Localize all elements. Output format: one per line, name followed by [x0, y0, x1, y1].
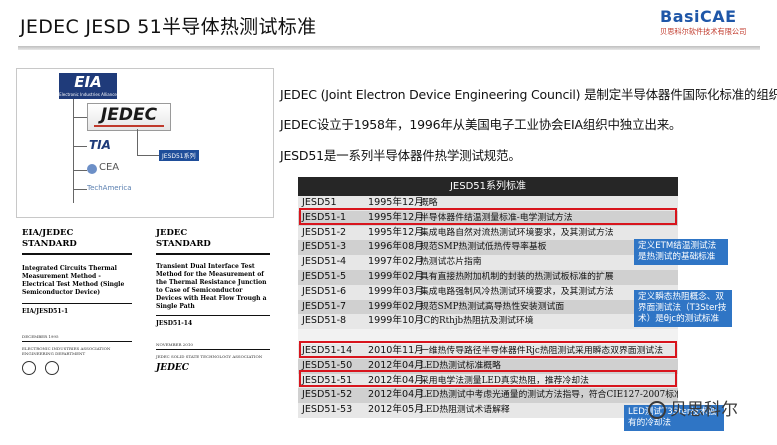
ansi-seal-icon — [45, 361, 60, 375]
cell-date: 1999年02月 — [368, 270, 424, 282]
cell-desc: 具有直接热附加机制的封装的热测试板标准的扩展 — [420, 271, 614, 282]
logo-text: BasiCAE — [660, 7, 737, 26]
doc-rule — [22, 253, 132, 255]
doc-code: JESD51-14 — [156, 320, 193, 327]
doc-code: EIA/JESD51-1 — [22, 308, 69, 315]
org-connector — [137, 129, 138, 155]
logo-subtext: 贝思科尔软件技术有限公司 — [660, 27, 747, 36]
doc-heading-line2: STANDARD — [156, 239, 211, 249]
table-row: JESD51-3 1996年08月 规范SMP热测试低热传导率基板 — [298, 240, 678, 256]
org-connector — [137, 155, 159, 156]
techamerica-logo: TechAmerica — [87, 184, 132, 192]
doc-date: DECEMBER 1995 — [22, 334, 59, 339]
cell-date: 1999年02月 — [368, 300, 424, 312]
watermark: 贝思科尔 — [648, 395, 738, 420]
cell-code: JESD51-3 — [302, 241, 347, 253]
cell-code: JESD51-6 — [302, 285, 347, 297]
eia-logo-text: EIA — [74, 73, 102, 91]
cell-code: JESD51-2 — [302, 226, 347, 238]
table-row: JESD51-5 1999年02月 具有直接热附加机制的封装的热测试板标准的扩展 — [298, 269, 678, 285]
highlight-jesd51-51 — [299, 370, 677, 387]
jedec-logo-underline — [94, 125, 164, 127]
cell-date: 2012年04月 — [368, 389, 424, 401]
doc-date: NOVEMBER 2010 — [156, 342, 193, 347]
doc-rule — [22, 303, 132, 304]
jesd51-tag: JESD51系列 — [159, 150, 199, 161]
watermark-text: 贝思科尔 — [670, 400, 738, 420]
table-title: JESD51系列标准 — [298, 177, 678, 196]
table-row: JESD51-6 1999年03月 集成电路强制风冷热测试环境要求，及其测试方法 — [298, 284, 678, 300]
cell-code: JESD51-8 — [302, 315, 347, 327]
doc-org2: ENGINEERING DEPARTMENT — [22, 351, 86, 356]
eia-logo: EIA Electronic Industries Alliance — [59, 73, 117, 99]
paragraph-2: JEDEC设立于1958年，1996年从美国电子工业协会EIA组织中独立出来。 — [280, 117, 682, 132]
org-connector — [73, 99, 74, 203]
cell-code: JESD51-7 — [302, 300, 347, 312]
header-divider — [18, 46, 760, 50]
jedec-logo-text: JEDEC — [100, 105, 158, 125]
table-row: JESD51-2 1995年12月 集成电路自然对流热测试环境要求，及其测试方法 — [298, 225, 678, 241]
doc-heading-line2: STANDARD — [22, 239, 77, 249]
doc-heading-line1: EIA/JEDEC — [22, 228, 74, 238]
cea-icon — [87, 164, 97, 174]
tia-logo: TIA — [89, 138, 111, 152]
table-row: JESD51-52 2012年04月 LED热测试中考虑光通量的测试方法指导，符合C… — [298, 388, 678, 404]
paragraph-3: JESD51是一系列半导体器件热学测试规范。 — [280, 148, 521, 163]
doc-org: JEDEC SOLID STATE TECHNOLOGY ASSOCIATION — [156, 354, 263, 359]
doc-heading-line1: JEDEC — [156, 228, 188, 238]
cell-date: 2012年05月 — [368, 404, 424, 416]
cell-code: JESD51-4 — [302, 256, 347, 268]
wechat-icon — [648, 401, 666, 419]
highlight-jesd51-1 — [299, 208, 677, 225]
paragraph-1: JEDEC (Joint Electron Device Engineering… — [280, 87, 777, 102]
note-transient: 定义瞬态热阻概念、双界面测试法（T3Ster技术）是θjc的测试标准 — [634, 290, 732, 327]
standard-doc-jesd51-1: EIA/JEDEC STANDARD Integrated Circuits T… — [22, 228, 132, 398]
doc-rule — [156, 349, 270, 350]
cell-date: 1996年08月 — [368, 241, 424, 253]
org-connector — [73, 146, 87, 147]
doc-body: Integrated Circuits Thermal Measurement … — [22, 265, 125, 296]
cea-logo: CEA — [99, 162, 120, 173]
jedec-logo: JEDEC — [87, 103, 171, 131]
doc-jedec-logo: JEDEC — [156, 363, 189, 373]
page-title: JEDEC JESD 51半导体热测试标准 — [20, 16, 317, 38]
org-connector — [73, 170, 87, 171]
table-row: JESD51-7 1999年02月 规范SMP热测试高导热性安装测试面 — [298, 299, 678, 315]
doc-rule — [156, 315, 270, 316]
note-etm: 定义ETM结温测试法是热测试的基础标准 — [634, 239, 728, 265]
cell-desc: LED热测试中考虑光通量的测试方法指导，符合CIE127-2007标准 — [420, 390, 678, 401]
eia-logo-subtext: Electronic Industries Alliance — [59, 92, 117, 97]
eia-seal-icon — [22, 361, 36, 375]
cell-code: JESD51-53 — [302, 404, 353, 416]
doc-rule — [22, 341, 132, 342]
org-chart: EIA Electronic Industries Alliance JEDEC… — [16, 68, 274, 218]
cell-code: JESD51-5 — [302, 270, 347, 282]
org-connector — [73, 189, 87, 190]
table-row: JESD51-8 1999年10月 IC的Rthjb热阻抗及测试环境 — [298, 314, 678, 330]
cell-date: 1999年10月 — [368, 315, 424, 327]
highlight-jesd51-14 — [299, 341, 677, 358]
standard-doc-jesd51-14: JEDEC STANDARD Transient Dual Interface … — [156, 228, 270, 398]
org-connector — [73, 117, 87, 118]
cell-date: 1997年02月 — [368, 256, 424, 268]
cell-date: 1995年12月 — [368, 226, 424, 238]
doc-rule — [156, 253, 270, 255]
company-logo: BasiCAE 贝思科尔软件技术有限公司 — [660, 9, 748, 39]
table-row: JESD51-4 1997年02月 热测试芯片指南 — [298, 255, 678, 270]
cell-date: 1999年03月 — [368, 285, 424, 297]
cell-code: JESD51-52 — [302, 389, 353, 401]
table-row: JESD51-53 2012年05月 LED热阻测试术语解释 — [298, 403, 678, 418]
doc-body: Transient Dual Interface Test Method for… — [156, 263, 267, 310]
